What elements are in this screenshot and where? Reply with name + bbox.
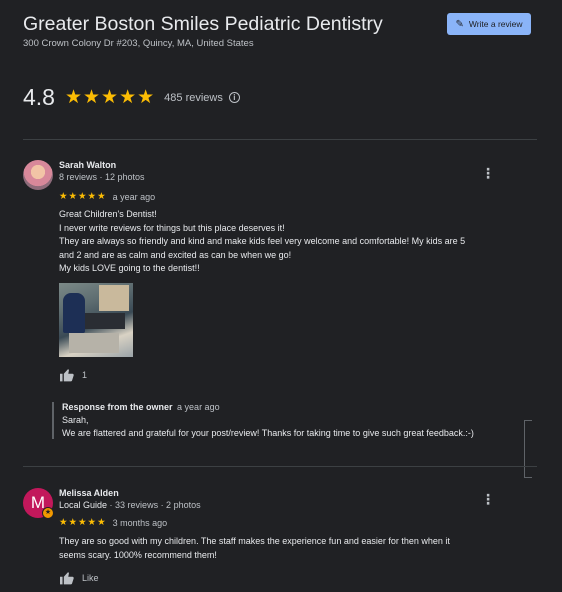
review-count[interactable]: 485 reviews (164, 92, 223, 104)
avatar[interactable] (23, 160, 53, 190)
divider (23, 139, 537, 140)
owner-response-line: Sarah, (62, 415, 89, 425)
review-text: They are so good with my children. The s… (59, 535, 513, 562)
review-line: seems scary. 1000% recommend them! (59, 549, 217, 560)
reviewer-name[interactable]: Sarah Walton (59, 160, 145, 170)
write-review-button[interactable]: ✎ Write a review (447, 13, 531, 35)
owner-response-header: Response from the owner a year ago (62, 402, 508, 412)
review-card: M ★ Melissa Alden Local Guide · 33 revie… (23, 488, 513, 592)
reviewer-counts: · 33 reviews · 2 photos (107, 500, 201, 510)
owner-response-title: Response from the owner (62, 402, 173, 412)
review-date: a year ago (112, 191, 156, 202)
review-line: They are always so friendly and kind and… (59, 236, 466, 246)
write-review-label: Write a review (468, 19, 523, 29)
rating-value: 4.8 (23, 84, 55, 110)
review-rating: ★★★★★ a year ago (59, 191, 155, 202)
business-header: Greater Boston Smiles Pediatric Dentistr… (23, 12, 433, 49)
reviewer-meta: 8 reviews · 12 photos (59, 172, 145, 182)
reviewer-name[interactable]: Melissa Alden (59, 488, 201, 498)
rating-stars: ★★★★★ (64, 87, 156, 108)
review-line: Great Children's Dentist! (59, 209, 157, 219)
review-line: and 2 and are as calm and excited as can… (59, 249, 292, 260)
business-address: 300 Crown Colony Dr #203, Quincy, MA, Un… (23, 38, 254, 49)
avatar[interactable]: M ★ (23, 488, 54, 519)
review-rating: ★★★★★ 3 months ago (59, 517, 167, 528)
review-card: Sarah Walton 8 reviews · 12 photos ⋮ ★★★… (23, 160, 513, 460)
reviewer-info: Melissa Alden Local Guide · 33 reviews ·… (59, 488, 201, 510)
owner-response-line: We are flattered and grateful for your p… (62, 427, 474, 438)
thumbs-up-icon (60, 572, 74, 585)
reviewer-meta: Local Guide · 33 reviews · 2 photos (59, 500, 201, 510)
pencil-icon: ✎ (455, 18, 464, 30)
like-count: 1 (82, 370, 88, 380)
more-options-icon[interactable]: ⋮ (481, 492, 495, 506)
reviewer-info: Sarah Walton 8 reviews · 12 photos (59, 160, 145, 182)
like-control[interactable]: Like (59, 571, 99, 585)
owner-response: Response from the owner a year ago Sarah… (52, 402, 508, 439)
review-date: 3 months ago (112, 517, 168, 528)
like-control[interactable]: 1 (59, 368, 87, 382)
owner-response-date: a year ago (177, 402, 220, 412)
owner-response-text: Sarah, We are flattered and grateful for… (62, 414, 508, 439)
rating-summary: 4.8 ★★★★★ 485 reviews i (23, 84, 240, 111)
local-guide-badge-icon: ★ (42, 507, 54, 519)
like-label: Like (82, 573, 99, 583)
review-photo[interactable] (59, 283, 133, 357)
review-stars: ★★★★★ (59, 517, 107, 528)
scroll-indicator[interactable] (524, 420, 532, 478)
business-name: Greater Boston Smiles Pediatric Dentistr… (23, 13, 383, 35)
divider (23, 466, 537, 467)
review-line: I never write reviews for things but thi… (59, 222, 285, 233)
thumbs-up-icon (60, 369, 74, 382)
more-options-icon[interactable]: ⋮ (481, 166, 495, 180)
review-line: They are so good with my children. The s… (59, 536, 450, 546)
local-guide-label: Local Guide (59, 500, 108, 510)
review-text: Great Children's Dentist! I never write … (59, 208, 513, 276)
review-line: My kids LOVE going to the dentist!! (59, 263, 200, 273)
review-stars: ★★★★★ (59, 191, 107, 202)
info-icon[interactable]: i (228, 92, 240, 103)
